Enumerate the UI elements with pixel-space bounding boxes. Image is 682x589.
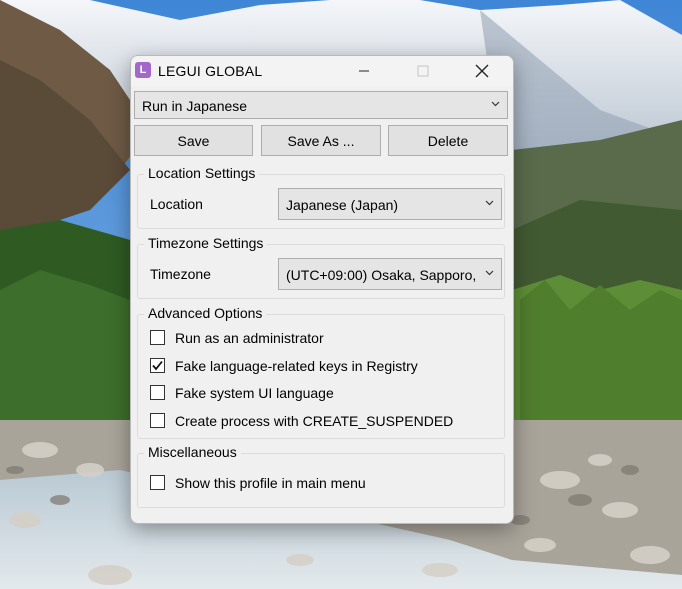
maximize-button[interactable] (400, 56, 446, 86)
timezone-settings-group: Timezone Settings Timezone (UTC+09:00) O… (137, 235, 505, 299)
checkmark-icon (152, 360, 163, 371)
miscellaneous-group: Miscellaneous Show this profile in main … (137, 444, 505, 508)
timezone-dropdown-value: (UTC+09:00) Osaka, Sapporo, Tokyo (286, 267, 476, 283)
save-button[interactable]: Save (134, 125, 253, 156)
app-window: L LEGUI GLOBAL Run in Japanese Save Save… (130, 55, 514, 524)
fake-ui-language-label: Fake system UI language (175, 385, 334, 401)
timezone-settings-title: Timezone Settings (144, 235, 268, 251)
window-title: LEGUI GLOBAL (158, 63, 263, 79)
chevron-down-icon (491, 101, 500, 107)
fake-ui-language-checkbox[interactable] (150, 385, 165, 400)
profile-dropdown-value: Run in Japanese (142, 98, 248, 114)
show-in-main-menu-label: Show this profile in main menu (175, 475, 366, 491)
timezone-dropdown[interactable]: (UTC+09:00) Osaka, Sapporo, Tokyo (278, 258, 502, 290)
maximize-icon (417, 65, 429, 77)
fake-registry-keys-checkbox[interactable] (150, 358, 165, 373)
run-as-admin-checkbox[interactable] (150, 330, 165, 345)
close-icon (475, 64, 489, 78)
location-settings-group: Location Settings Location Japanese (Jap… (137, 165, 505, 229)
advanced-options-group: Advanced Options Run as an administrator… (137, 305, 505, 439)
title-bar[interactable]: L LEGUI GLOBAL (131, 56, 513, 86)
close-button[interactable] (459, 56, 505, 86)
fake-registry-keys-label: Fake language-related keys in Registry (175, 358, 418, 374)
delete-button[interactable]: Delete (388, 125, 508, 156)
location-settings-title: Location Settings (144, 165, 260, 181)
advanced-options-title: Advanced Options (144, 305, 267, 321)
create-suspended-label: Create process with CREATE_SUSPENDED (175, 413, 454, 429)
location-label: Location (150, 196, 203, 212)
timezone-label: Timezone (150, 266, 211, 282)
chevron-down-icon (485, 270, 494, 276)
show-in-main-menu-checkbox[interactable] (150, 475, 165, 490)
minimize-icon (359, 70, 369, 72)
location-dropdown[interactable]: Japanese (Japan) (278, 188, 502, 220)
create-suspended-checkbox[interactable] (150, 413, 165, 428)
chevron-down-icon (485, 200, 494, 206)
location-dropdown-value: Japanese (Japan) (286, 197, 399, 213)
miscellaneous-title: Miscellaneous (144, 444, 241, 460)
app-icon: L (135, 62, 151, 78)
minimize-button[interactable] (341, 56, 387, 86)
profile-dropdown[interactable]: Run in Japanese (134, 91, 508, 119)
save-as-button[interactable]: Save As ... (261, 125, 381, 156)
run-as-admin-label: Run as an administrator (175, 330, 324, 346)
